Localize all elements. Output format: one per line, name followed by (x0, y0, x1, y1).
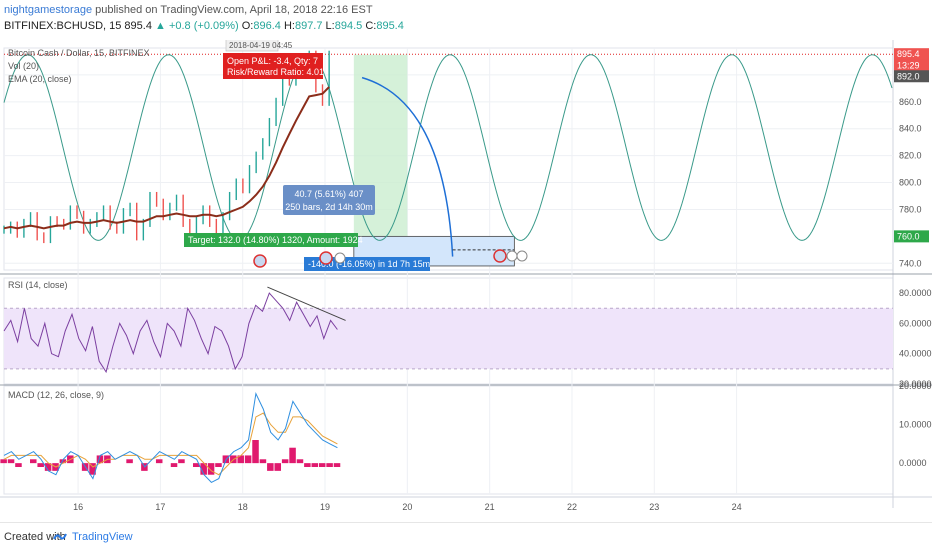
main-title: Bitcoin Cash / Dollar, 15, BITFINEX (8, 48, 150, 58)
low-value: 894.5 (334, 20, 363, 32)
y-tick-label: 860.0 (899, 97, 922, 107)
macd-histogram-bar (267, 463, 274, 471)
pnl-label: Open P&L: -3.4, Qty: 7 (227, 56, 318, 66)
symbol-line: BITFINEX:BCHUSD, 15 895.4 ▲ +0.8 (+0.09%… (4, 20, 404, 32)
risk-reward-label: Risk/Reward Ratio: 4.01 (227, 67, 324, 77)
x-tick-label: 16 (73, 502, 83, 512)
volume-legend: Vol (20) (8, 61, 39, 71)
open-value: 896.4 (253, 20, 281, 32)
macd-histogram-bar (244, 455, 252, 464)
macd-title: MACD (12, 26, close, 9) (8, 390, 104, 400)
chart-canvas[interactable]: 161718192021222324880.0860.0840.0820.080… (0, 40, 932, 522)
x-tick-label: 17 (155, 502, 165, 512)
range-label: 40.7 (5.61%) 407 (294, 189, 363, 199)
symbol-name: BITFINEX:BCHUSD, 15 (4, 20, 122, 32)
y-tick-label: 740.0 (899, 258, 922, 268)
macd-histogram-bar (326, 463, 333, 467)
macd-histogram-bar (304, 463, 311, 467)
macd-histogram-bar (274, 463, 282, 471)
us-event-icon (319, 251, 333, 265)
event-count-icon (334, 252, 346, 264)
macd-histogram-bar (126, 459, 133, 464)
macd-histogram-bar (155, 459, 163, 464)
x-tick-label: 18 (238, 502, 248, 512)
macd-histogram-bar (170, 463, 178, 467)
macd-histogram-bar (15, 463, 22, 467)
us-event-icon (253, 254, 267, 268)
price-axis-tag-label: 760.0 (897, 231, 920, 241)
y-tick-label: 840.0 (899, 124, 922, 134)
tradingview-brand-link[interactable]: TradingView (72, 531, 133, 543)
macd-histogram-bar (30, 459, 37, 464)
tradingview-logo-icon (53, 533, 67, 540)
x-tick-label: 23 (649, 502, 659, 512)
y-tick-label: 800.0 (899, 178, 922, 188)
low-label: L: (325, 20, 335, 32)
macd-histogram-bar (311, 463, 319, 467)
macd-histogram-bar (259, 459, 267, 464)
close-label: C: (365, 20, 377, 32)
us-event-icon (493, 249, 507, 263)
price-axis-tag-label: 13:29 (897, 60, 920, 70)
footer: Created with TradingView (0, 522, 932, 551)
chart-header: nightgamestorage published on TradingVie… (0, 0, 932, 40)
macd-histogram-bar (7, 459, 15, 464)
x-tick-label: 20 (402, 502, 412, 512)
author-link[interactable]: nightgamestorage (4, 4, 92, 16)
macd-histogram-bar (207, 463, 215, 475)
x-tick-label: 24 (732, 502, 742, 512)
rsi-tick-label: 60.0000 (899, 318, 932, 328)
rsi-title: RSI (14, close) (8, 280, 68, 290)
x-tick-label: 21 (485, 502, 495, 512)
macd-histogram-bar (37, 463, 44, 467)
macd-tick-label: 0.0000 (899, 458, 927, 468)
rsi-tick-label: 40.0000 (899, 349, 932, 359)
published-text: published on TradingView.com, April 18, … (95, 4, 373, 16)
macd-histogram-bar (252, 440, 259, 464)
event-count-icon (506, 250, 518, 262)
open-label: O: (241, 20, 254, 32)
price-axis-tag-label: 895.4 (897, 49, 920, 59)
ema-legend: EMA (20, close) (8, 74, 72, 84)
publish-line: nightgamestorage published on TradingVie… (4, 4, 373, 16)
macd-tick-label: 20.0000 (899, 381, 932, 391)
macd-histogram-bar (333, 463, 341, 467)
last-price: 895.4 (124, 20, 152, 32)
macd-histogram-bar (296, 459, 304, 464)
price-change: ▲ +0.8 (+0.09%) (155, 20, 239, 32)
macd-histogram-bar (318, 463, 326, 467)
event-count-icon (516, 250, 528, 262)
x-tick-label: 19 (320, 502, 330, 512)
high-value: 897.7 (294, 20, 323, 32)
macd-histogram-bar (281, 459, 289, 464)
macd-histogram-bar (215, 463, 222, 467)
target-label: Target: 132.0 (14.80%) 1320, Amount: 192… (188, 235, 363, 245)
range-bars-label: 250 bars, 2d 14h 30m (285, 202, 373, 212)
close-value: 895.4 (376, 20, 404, 32)
x-tick-label: 22 (567, 502, 577, 512)
pane-frame (3, 385, 894, 495)
rsi-tick-label: 80.0000 (899, 288, 932, 298)
macd-histogram-bar (289, 447, 296, 464)
macd-histogram-bar (178, 459, 185, 464)
macd-tick-label: 10.0000 (899, 420, 932, 430)
macd-histogram-bar (0, 459, 7, 464)
price-axis-tag-label: 892.0 (897, 71, 920, 81)
y-tick-label: 780.0 (899, 204, 922, 214)
high-label: H: (283, 20, 295, 32)
timestamp-label: 2018-04-19 04:45 (229, 41, 293, 50)
y-tick-label: 820.0 (899, 151, 922, 161)
